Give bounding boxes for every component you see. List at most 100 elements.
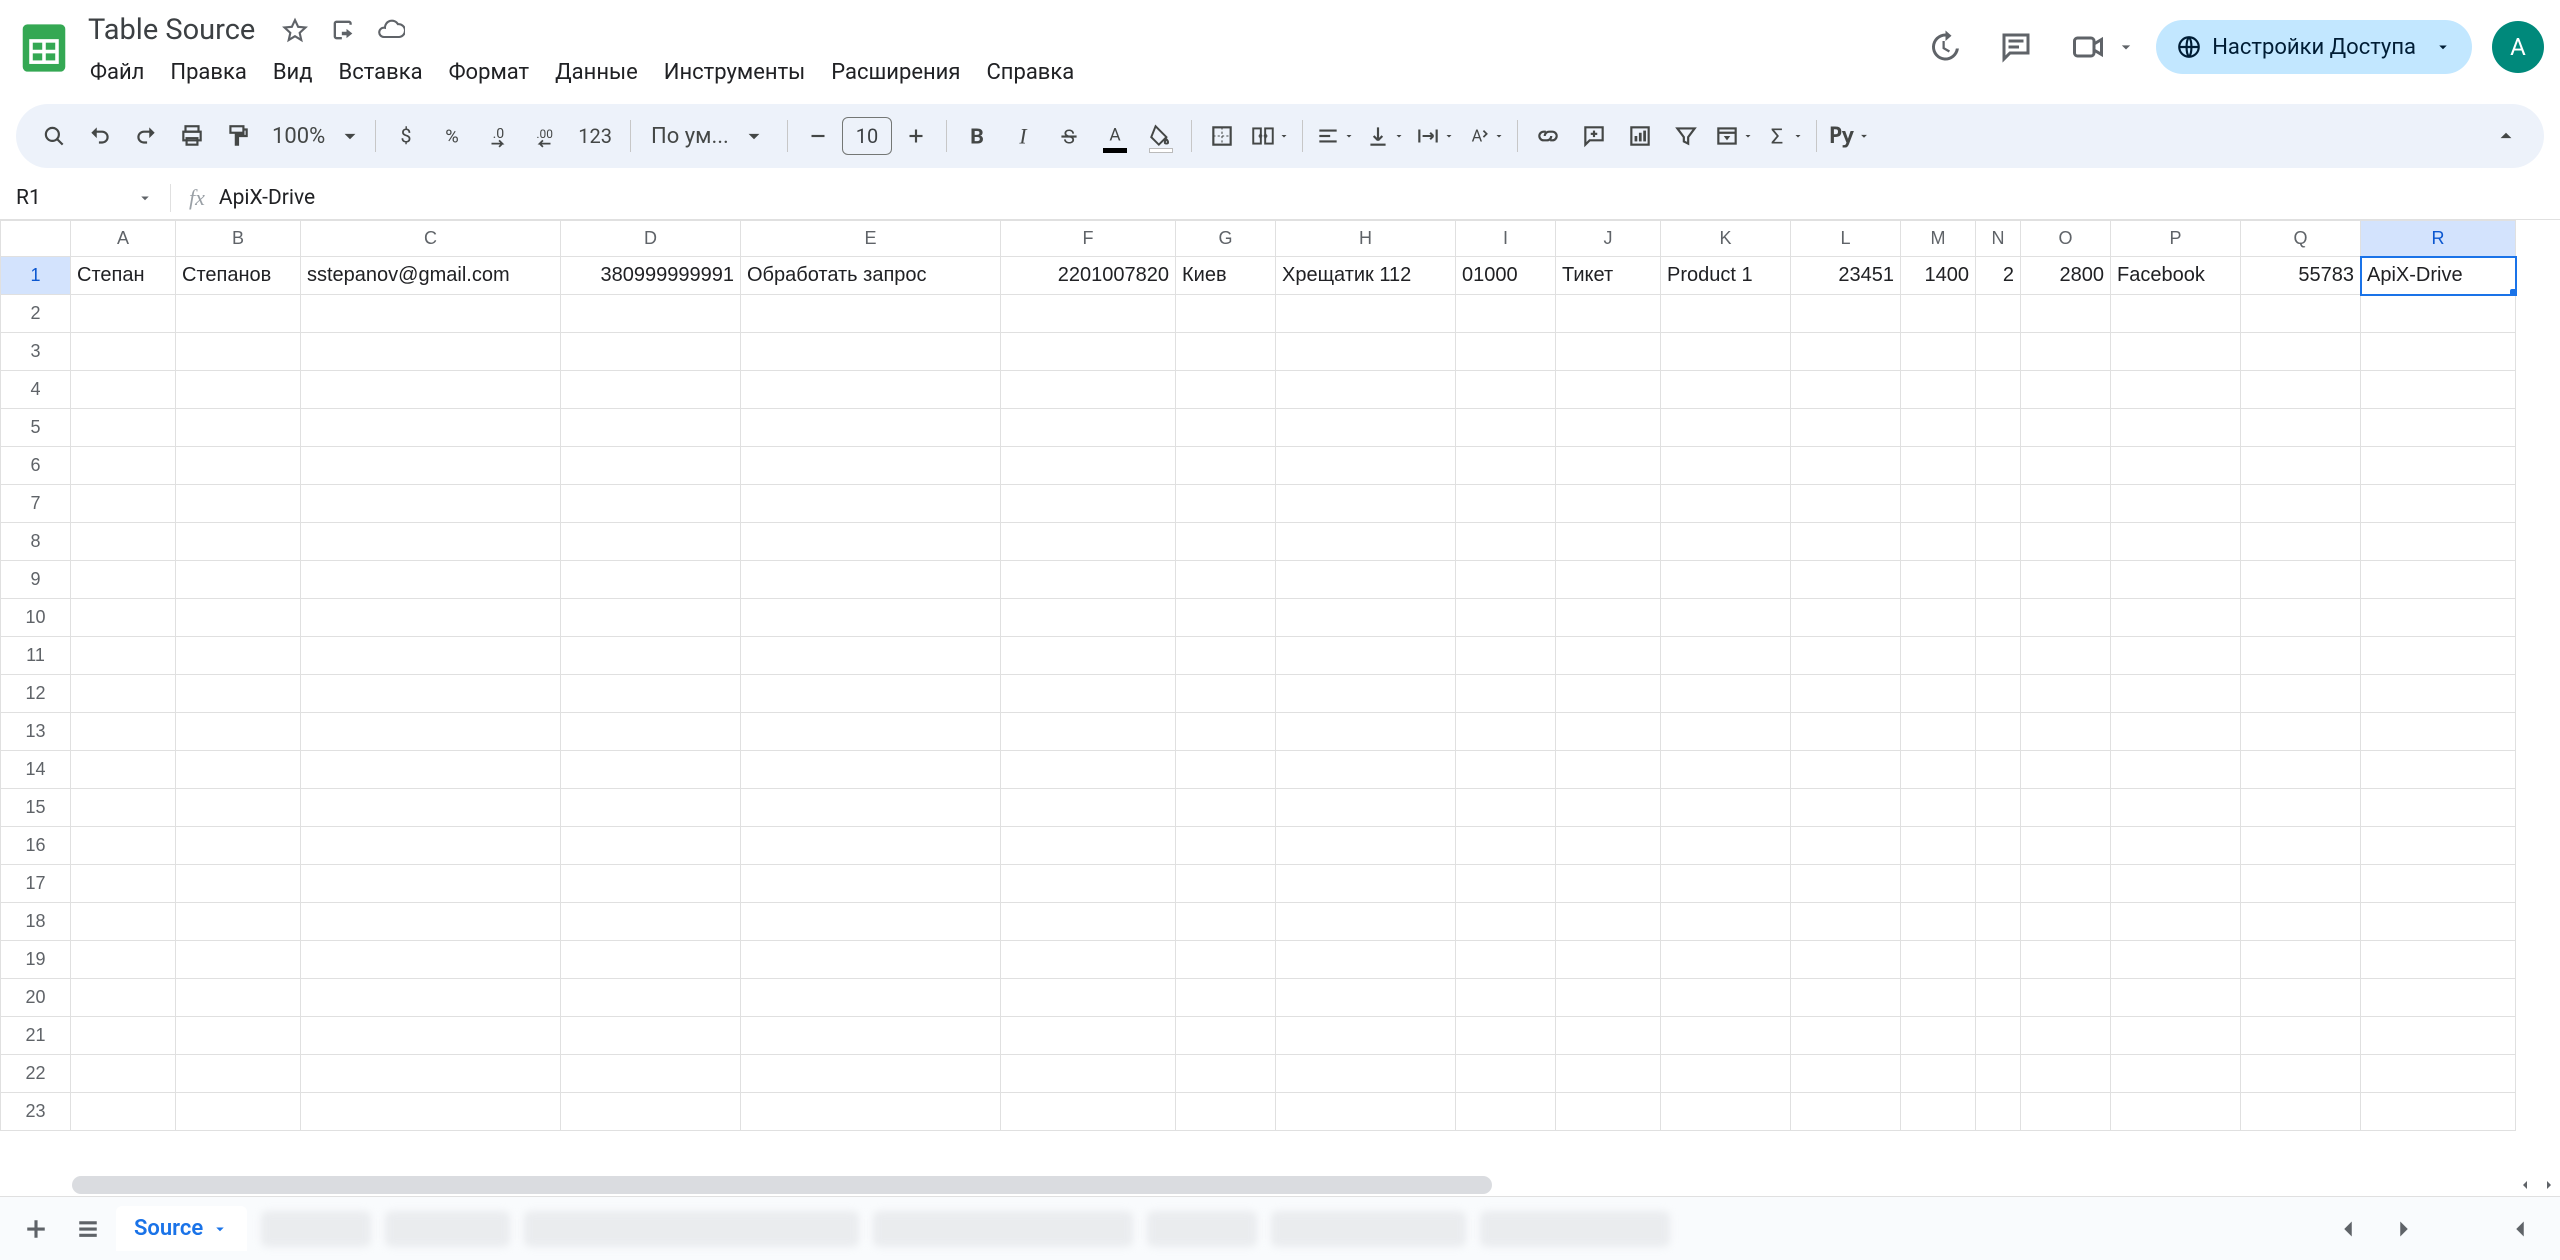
cell[interactable]	[1661, 485, 1791, 523]
cell[interactable]	[1556, 561, 1661, 599]
cell[interactable]	[1176, 333, 1276, 371]
cell[interactable]	[1456, 1017, 1556, 1055]
select-all-corner[interactable]	[1, 221, 71, 257]
cell[interactable]	[1901, 599, 1976, 637]
cell[interactable]	[1276, 827, 1456, 865]
cell[interactable]	[2361, 1017, 2516, 1055]
font-select[interactable]: По ум...	[639, 114, 779, 158]
cell[interactable]	[1791, 1017, 1901, 1055]
cell[interactable]	[301, 675, 561, 713]
cell[interactable]	[2111, 789, 2241, 827]
cell[interactable]: 2	[1976, 257, 2021, 295]
cell[interactable]	[1661, 827, 1791, 865]
increase-decimal-button[interactable]: .00	[522, 114, 566, 158]
cell[interactable]	[1176, 941, 1276, 979]
v-align-button[interactable]	[1361, 114, 1409, 158]
row-header[interactable]: 23	[1, 1093, 71, 1131]
cell[interactable]	[1456, 789, 1556, 827]
cell[interactable]	[1001, 561, 1176, 599]
cell[interactable]	[2241, 865, 2361, 903]
cell[interactable]	[1791, 447, 1901, 485]
cell[interactable]	[1556, 371, 1661, 409]
cell[interactable]	[1001, 1093, 1176, 1131]
cell[interactable]	[71, 1093, 176, 1131]
cell[interactable]	[176, 675, 301, 713]
cell[interactable]	[2021, 865, 2111, 903]
cell[interactable]	[2241, 637, 2361, 675]
cell[interactable]	[1556, 941, 1661, 979]
cell[interactable]	[2361, 447, 2516, 485]
insert-comment-button[interactable]	[1572, 114, 1616, 158]
cell[interactable]	[2021, 599, 2111, 637]
cell[interactable]	[71, 865, 176, 903]
cell[interactable]	[1901, 865, 1976, 903]
cell[interactable]	[1661, 675, 1791, 713]
decrease-decimal-button[interactable]: .0	[476, 114, 520, 158]
cell[interactable]	[176, 1093, 301, 1131]
column-header[interactable]: C	[301, 221, 561, 257]
cell[interactable]	[71, 827, 176, 865]
cell[interactable]	[1556, 751, 1661, 789]
cell[interactable]	[741, 523, 1001, 561]
cell[interactable]	[2241, 333, 2361, 371]
cell[interactable]	[176, 903, 301, 941]
grid-area[interactable]: ABCDEFGHIJKLMNOPQR 1СтепанСтепановsstepa…	[0, 220, 2560, 1196]
cell[interactable]	[1276, 675, 1456, 713]
cell[interactable]	[1456, 979, 1556, 1017]
account-avatar[interactable]: A	[2492, 21, 2544, 73]
cell[interactable]	[1901, 523, 1976, 561]
cell[interactable]	[2111, 1055, 2241, 1093]
cell[interactable]	[1276, 751, 1456, 789]
cell[interactable]	[1901, 447, 1976, 485]
cell[interactable]	[1456, 371, 1556, 409]
cell[interactable]	[1901, 789, 1976, 827]
cell[interactable]	[2111, 409, 2241, 447]
cell[interactable]	[2361, 599, 2516, 637]
cell[interactable]	[2241, 941, 2361, 979]
cell[interactable]	[2241, 789, 2361, 827]
cell[interactable]	[1556, 1055, 1661, 1093]
cell[interactable]	[1176, 827, 1276, 865]
cell[interactable]	[2241, 599, 2361, 637]
cell[interactable]	[1456, 295, 1556, 333]
cell[interactable]	[2241, 751, 2361, 789]
cell[interactable]	[1791, 941, 1901, 979]
currency-button[interactable]: $	[384, 114, 428, 158]
cell[interactable]	[1176, 865, 1276, 903]
cloud-saved-icon[interactable]	[371, 10, 411, 50]
cell[interactable]	[301, 827, 561, 865]
column-header[interactable]: L	[1791, 221, 1901, 257]
cell[interactable]	[2241, 561, 2361, 599]
cell[interactable]	[1791, 523, 1901, 561]
cell[interactable]	[2021, 827, 2111, 865]
cell[interactable]	[301, 1093, 561, 1131]
cell[interactable]	[1556, 1093, 1661, 1131]
cell[interactable]	[2021, 523, 2111, 561]
cell[interactable]	[301, 371, 561, 409]
column-header[interactable]: B	[176, 221, 301, 257]
cell[interactable]	[176, 865, 301, 903]
cell[interactable]	[1791, 827, 1901, 865]
cell[interactable]	[301, 599, 561, 637]
cell[interactable]	[2361, 637, 2516, 675]
cell[interactable]	[1976, 789, 2021, 827]
cell[interactable]	[1976, 675, 2021, 713]
cell[interactable]	[301, 903, 561, 941]
sheets-logo[interactable]	[12, 16, 76, 80]
cell[interactable]	[71, 371, 176, 409]
rotate-button[interactable]: A	[1461, 114, 1509, 158]
cell[interactable]: Киев	[1176, 257, 1276, 295]
cell[interactable]	[2361, 371, 2516, 409]
cell[interactable]: 2800	[2021, 257, 2111, 295]
cell[interactable]	[176, 447, 301, 485]
cell[interactable]	[1901, 827, 1976, 865]
cell[interactable]	[1901, 941, 1976, 979]
cell[interactable]	[1001, 827, 1176, 865]
cell[interactable]: Степан	[71, 257, 176, 295]
cell[interactable]	[176, 979, 301, 1017]
cell[interactable]	[741, 827, 1001, 865]
cell[interactable]	[1901, 751, 1976, 789]
cell[interactable]	[1456, 637, 1556, 675]
h-align-button[interactable]	[1311, 114, 1359, 158]
side-panel-toggle[interactable]	[2502, 1211, 2538, 1247]
